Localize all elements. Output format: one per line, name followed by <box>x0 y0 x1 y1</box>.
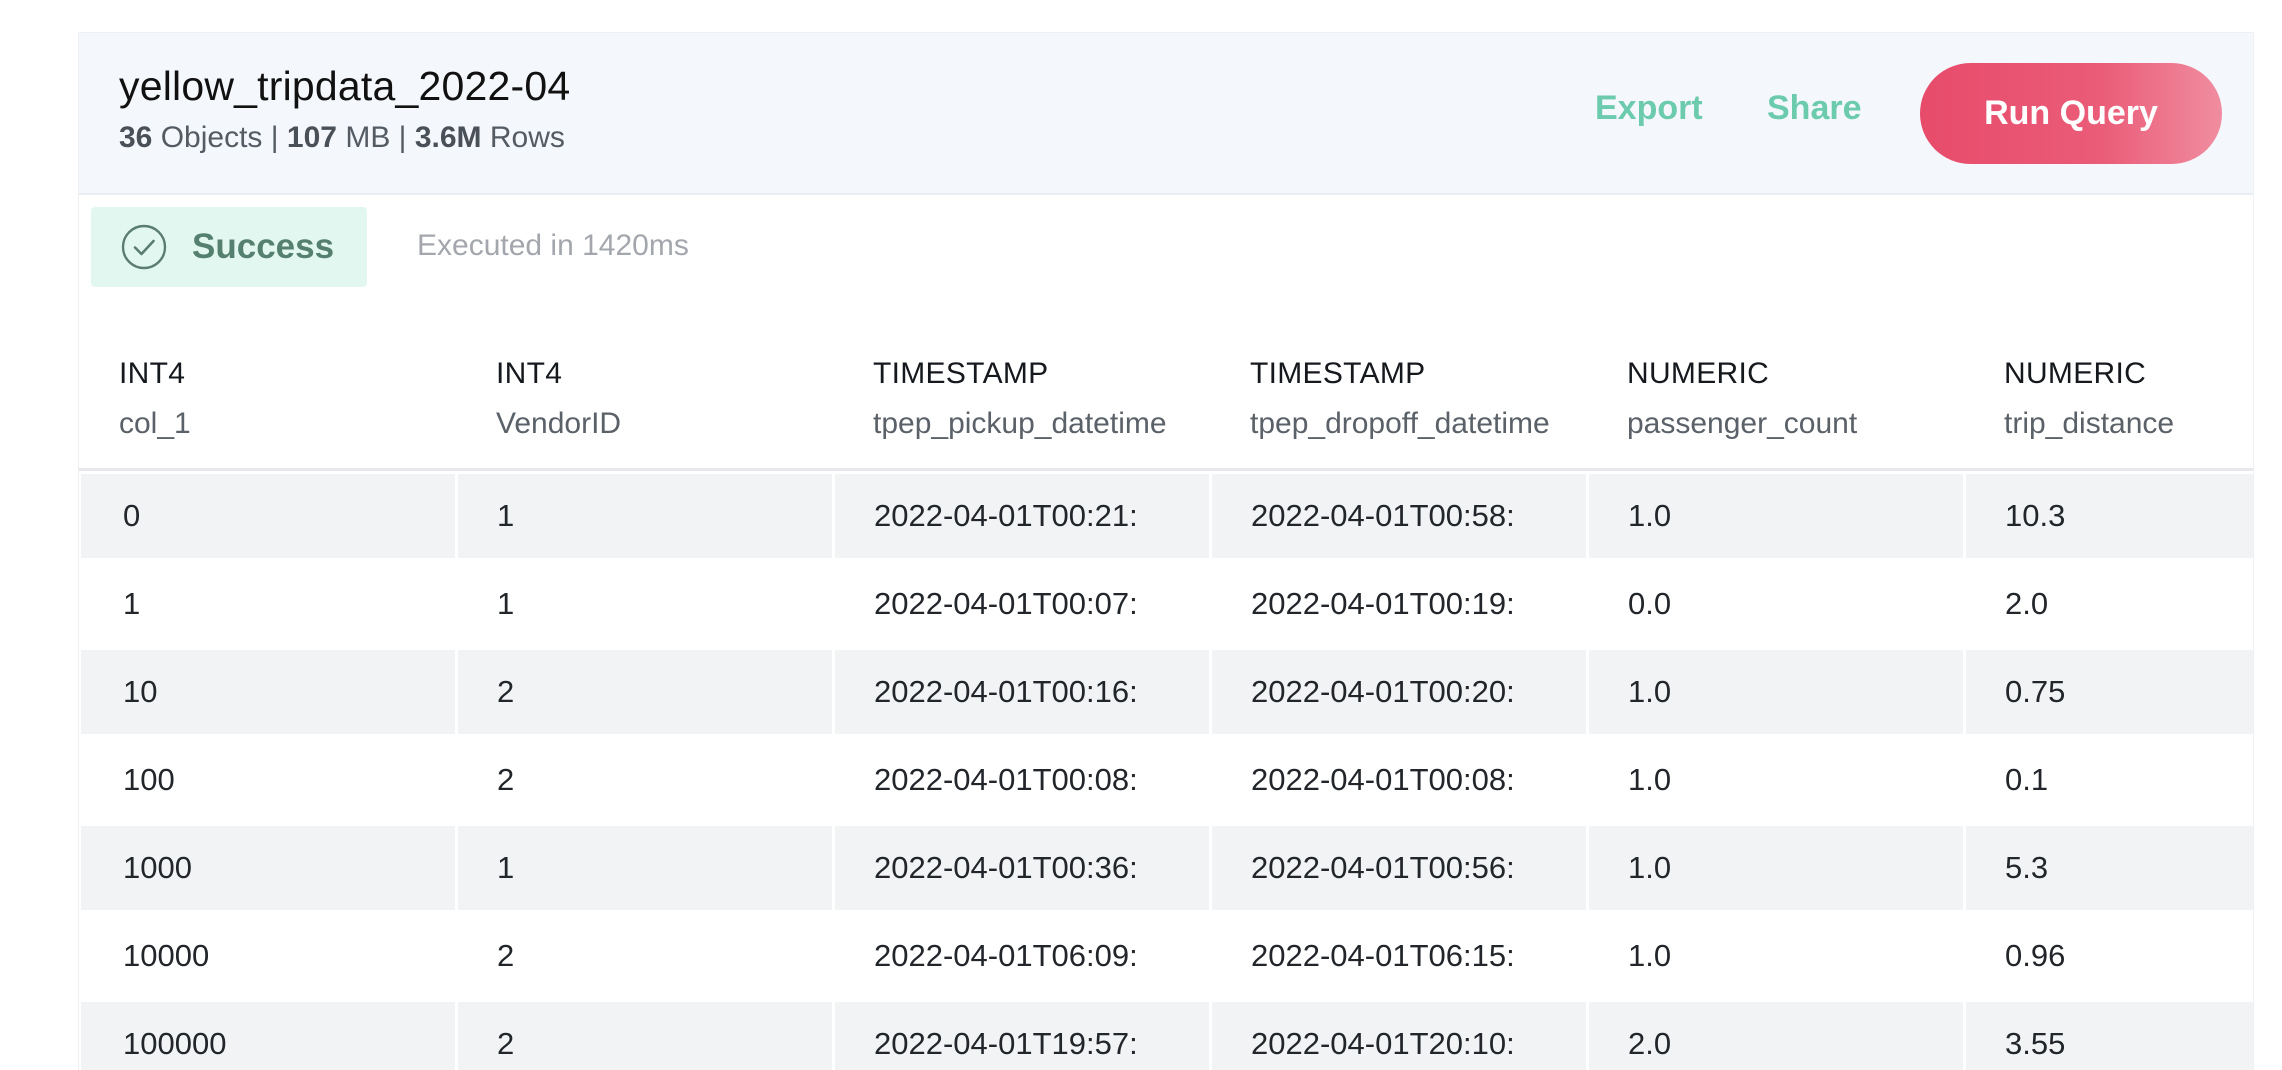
column-header[interactable]: INT4 col_1 <box>79 343 455 471</box>
column-type: INT4 <box>119 357 186 390</box>
table-cell[interactable]: 3.55 <box>1966 1002 2253 1070</box>
column-header[interactable]: NUMERIC passenger_count <box>1587 343 1963 471</box>
table-cell[interactable]: 2 <box>458 1002 832 1070</box>
run-query-button[interactable]: Run Query <box>1920 63 2222 164</box>
objects-label: Objects <box>160 121 263 154</box>
table-row[interactable]: 100 2 2022-04-01T00:08: 2022-04-01T00:08: 1.… <box>81 738 2253 826</box>
table-row[interactable]: 1000 1 2022-04-01T00:36: 2022-04-01T00:56: 1… <box>81 826 2253 914</box>
table-cell[interactable]: 1000 <box>81 826 455 910</box>
table-row[interactable]: 10000 2 2022-04-01T06:09: 2022-04-01T06:15:… <box>81 914 2253 1002</box>
table-cell[interactable]: 1 <box>81 562 455 646</box>
rows-label: Rows <box>489 121 565 154</box>
check-circle-icon <box>121 224 167 270</box>
table-cell[interactable]: 2 <box>458 914 832 998</box>
table-cell[interactable]: 1.0 <box>1589 914 1963 998</box>
meta-separator: | <box>270 121 279 154</box>
table-cell[interactable]: 0.96 <box>1966 914 2253 998</box>
table-cell[interactable]: 2022-04-01T20:10: <box>1212 1002 1586 1070</box>
table-row[interactable]: 100000 2 2022-04-01T19:57: 2022-04-01T20:10… <box>81 1002 2253 1070</box>
table-cell[interactable]: 2022-04-01T00:20: <box>1212 650 1586 734</box>
table-cell[interactable]: 2022-04-01T00:08: <box>835 738 1209 822</box>
objects-count: 36 <box>119 121 153 154</box>
table-row[interactable]: 10 2 2022-04-01T00:16: 2022-04-01T00:20: 1.0… <box>81 650 2253 738</box>
table-row[interactable]: 1 1 2022-04-01T00:07: 2022-04-01T00:19: 0.0 2… <box>81 562 2253 650</box>
table-cell[interactable]: 2 <box>458 650 832 734</box>
column-type: INT4 <box>496 357 563 390</box>
column-name: passenger_count <box>1627 407 1858 440</box>
table-cell[interactable]: 2022-04-01T00:21: <box>835 474 1209 558</box>
size-unit: MB <box>345 121 391 154</box>
table-cell[interactable]: 10 <box>81 650 455 734</box>
export-button[interactable]: Export <box>1595 89 1703 128</box>
table-cell[interactable]: 0.75 <box>1966 650 2253 734</box>
table-cell[interactable]: 2022-04-01T00:19: <box>1212 562 1586 646</box>
column-name: col_1 <box>119 407 191 440</box>
table-cell[interactable]: 2022-04-01T00:56: <box>1212 826 1586 910</box>
table-cell[interactable]: 10000 <box>81 914 455 998</box>
execution-time: Executed in 1420ms <box>417 229 689 262</box>
table-cell[interactable]: 1 <box>458 562 832 646</box>
size-value: 107 <box>286 121 337 154</box>
query-result-panel: yellow_tripdata_2022-04 36 Objects | 107… <box>78 32 2254 1070</box>
dataset-header: yellow_tripdata_2022-04 36 Objects | 107… <box>79 33 2253 195</box>
column-header[interactable]: TIMESTAMP tpep_dropoff_datetime <box>1210 343 1586 471</box>
table-cell[interactable]: 2022-04-01T00:58: <box>1212 474 1586 558</box>
column-name: tpep_pickup_datetime <box>873 407 1167 440</box>
table-cell[interactable]: 2022-04-01T00:08: <box>1212 738 1586 822</box>
table-cell[interactable]: 1.0 <box>1589 474 1963 558</box>
dataset-title: yellow_tripdata_2022-04 <box>119 63 571 109</box>
column-header[interactable]: NUMERIC trip_distance <box>1964 343 2253 471</box>
table-cell[interactable]: 2022-04-01T06:15: <box>1212 914 1586 998</box>
column-header[interactable]: INT4 VendorID <box>456 343 832 471</box>
table-cell[interactable]: 100 <box>81 738 455 822</box>
table-cell[interactable]: 1 <box>458 826 832 910</box>
table-body: 0 1 2022-04-01T00:21: 2022-04-01T00:58: 1.0 1… <box>81 474 2253 1070</box>
meta-separator: | <box>398 121 407 154</box>
table-cell[interactable]: 10.3 <box>1966 474 2253 558</box>
table-cell[interactable]: 2 <box>458 738 832 822</box>
column-header[interactable]: TIMESTAMP tpep_pickup_datetime <box>833 343 1209 471</box>
column-type: TIMESTAMP <box>873 357 1049 390</box>
share-button[interactable]: Share <box>1767 89 1862 128</box>
table-cell[interactable]: 0 <box>81 474 455 558</box>
status-label: Success <box>192 227 335 266</box>
table-cell[interactable]: 1.0 <box>1589 650 1963 734</box>
table-cell[interactable]: 2.0 <box>1589 1002 1963 1070</box>
table-cell[interactable]: 100000 <box>81 1002 455 1070</box>
table-cell[interactable]: 2022-04-01T00:07: <box>835 562 1209 646</box>
status-badge: Success <box>91 207 367 287</box>
table-cell[interactable]: 0.0 <box>1589 562 1963 646</box>
table-row[interactable]: 0 1 2022-04-01T00:21: 2022-04-01T00:58: 1.0 1… <box>81 474 2253 562</box>
table-cell[interactable]: 1.0 <box>1589 738 1963 822</box>
table-cell[interactable]: 2.0 <box>1966 562 2253 646</box>
column-type: NUMERIC <box>2004 357 2147 390</box>
column-type: NUMERIC <box>1627 357 1770 390</box>
table-cell[interactable]: 0.1 <box>1966 738 2253 822</box>
column-name: VendorID <box>496 407 622 440</box>
table-cell[interactable]: 2022-04-01T00:16: <box>835 650 1209 734</box>
table-cell[interactable]: 5.3 <box>1966 826 2253 910</box>
table-cell[interactable]: 2022-04-01T00:36: <box>835 826 1209 910</box>
table-cell[interactable]: 1 <box>458 474 832 558</box>
column-name: trip_distance <box>2004 407 2175 440</box>
rows-value: 3.6M <box>414 121 482 154</box>
table-cell[interactable]: 2022-04-01T19:57: <box>835 1002 1209 1070</box>
table-cell[interactable]: 2022-04-01T06:09: <box>835 914 1209 998</box>
column-name: tpep_dropoff_datetime <box>1250 407 1550 440</box>
dataset-meta: 36 Objects | 107 MB | 3.6M Rows <box>119 121 565 155</box>
column-type: TIMESTAMP <box>1250 357 1426 390</box>
table-cell[interactable]: 1.0 <box>1589 826 1963 910</box>
table-header: INT4 col_1 INT4 VendorID TIMESTAMP tpep_picku… <box>79 343 2253 471</box>
